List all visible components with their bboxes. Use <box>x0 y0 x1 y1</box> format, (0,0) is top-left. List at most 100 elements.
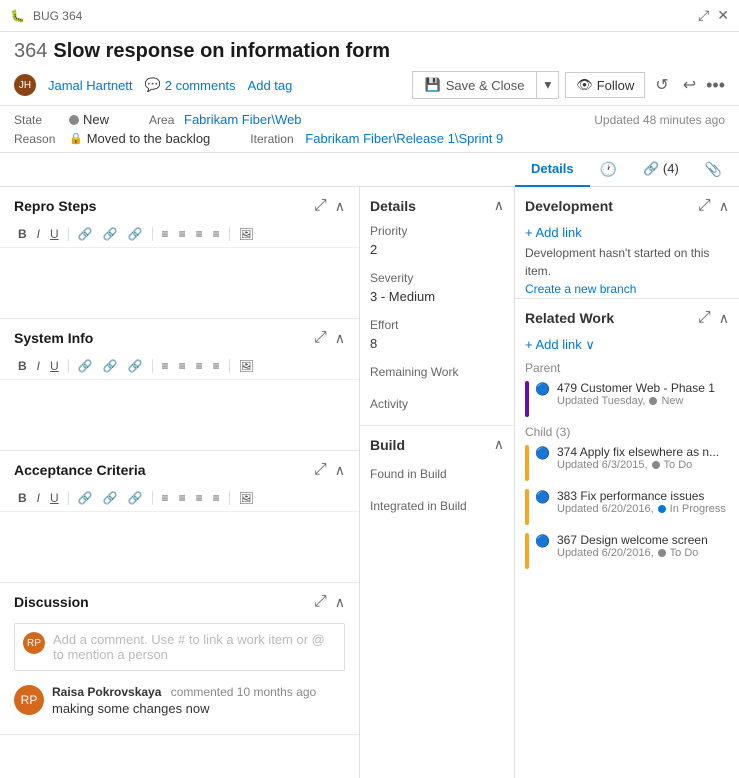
details-collapse-btn[interactable]: ∧ <box>494 197 504 214</box>
refresh-button[interactable]: ↺ <box>651 73 672 97</box>
effort-value[interactable]: 8 <box>370 334 504 353</box>
follow-button[interactable]: 👁 Follow <box>565 72 645 98</box>
state-value-group[interactable]: New <box>69 112 109 127</box>
expand-icon[interactable]: ⤢ <box>698 7 709 24</box>
list-btn1[interactable]: ≡ <box>158 225 173 243</box>
details-title: Details <box>370 198 416 214</box>
ac-link3[interactable]: 🔗 <box>124 489 147 507</box>
priority-value[interactable]: 2 <box>370 240 504 259</box>
comment-time: commented 10 months ago <box>171 685 316 699</box>
list-btn3[interactable]: ≡ <box>192 225 207 243</box>
dev-add-link-button[interactable]: + Add link <box>515 221 739 244</box>
parent-group-label: Parent <box>515 357 739 377</box>
si-list2[interactable]: ≡ <box>175 357 190 375</box>
si-bold-btn[interactable]: B <box>14 357 31 375</box>
more-options-button[interactable]: ••• <box>706 75 725 96</box>
comment-placeholder[interactable]: Add a comment. Use # to link a work item… <box>53 632 336 662</box>
parent-item[interactable]: 🔵 479 Customer Web - Phase 1 Updated Tue… <box>515 377 739 421</box>
build-collapse-btn[interactable]: ∧ <box>494 436 504 453</box>
child-item-2[interactable]: 🔵 367 Design welcome screen Updated 6/20… <box>515 529 739 573</box>
link-btn3[interactable]: 🔗 <box>124 225 147 243</box>
parent-item-meta: Updated Tuesday, New <box>557 395 729 407</box>
tab-history[interactable]: 🕐 <box>590 153 627 186</box>
activity-value[interactable] <box>370 413 504 417</box>
si-link3[interactable]: 🔗 <box>124 357 147 375</box>
comments-link[interactable]: 💬 2 comments <box>145 77 236 93</box>
ac-toolbar: B I U 🔗 🔗 🔗 ≡ ≡ ≡ ≡ 🖼 <box>0 485 359 512</box>
link-btn2[interactable]: 🔗 <box>99 225 122 243</box>
integrated-in-build-value[interactable] <box>370 515 504 519</box>
tab-attachments[interactable]: 📎 <box>695 153 732 186</box>
si-italic-btn[interactable]: I <box>33 357 44 375</box>
related-expand-btn[interactable]: ⤢ <box>696 309 713 327</box>
child-item-0[interactable]: 🔵 374 Apply fix elsewhere as n... Update… <box>515 441 739 485</box>
si-underline-btn[interactable]: U <box>46 357 63 375</box>
discussion-expand-btn[interactable]: ⤢ <box>312 593 329 611</box>
ac-link2[interactable]: 🔗 <box>99 489 122 507</box>
ac-collapse-btn[interactable]: ∧ <box>335 462 345 479</box>
link-btn1[interactable]: 🔗 <box>74 225 97 243</box>
system-info-toolbar: B I U 🔗 🔗 🔗 ≡ ≡ ≡ ≡ 🖼 <box>0 353 359 380</box>
si-link2[interactable]: 🔗 <box>99 357 122 375</box>
ac-underline-btn[interactable]: U <box>46 489 63 507</box>
ac-bold-btn[interactable]: B <box>14 489 31 507</box>
image-btn[interactable]: 🖼 <box>235 225 258 243</box>
dev-collapse-btn[interactable]: ∧ <box>719 197 729 215</box>
related-collapse-btn[interactable]: ∧ <box>719 309 729 327</box>
create-branch-link[interactable]: Create a new branch <box>515 280 739 298</box>
follow-icon: 👁 <box>576 77 593 93</box>
remaining-work-value[interactable] <box>370 381 504 385</box>
discussion-collapse-btn[interactable]: ∧ <box>335 594 345 611</box>
related-work-header: Related Work ⤢ ∧ <box>515 299 739 333</box>
save-dropdown-button[interactable]: ▾ <box>536 72 558 98</box>
repro-steps-expand-btn[interactable]: ⤢ <box>312 197 329 215</box>
ac-image[interactable]: 🖼 <box>235 489 258 507</box>
bold-btn[interactable]: B <box>14 225 31 243</box>
tab-details[interactable]: Details <box>515 153 590 187</box>
ac-list2[interactable]: ≡ <box>175 489 190 507</box>
child2-status-dot <box>658 549 666 557</box>
ac-italic-btn[interactable]: I <box>33 489 44 507</box>
author-name-link[interactable]: Jamal Hartnett <box>48 78 133 93</box>
save-close-button[interactable]: 💾 Save & Close <box>413 72 537 98</box>
si-link1[interactable]: 🔗 <box>74 357 97 375</box>
italic-btn[interactable]: I <box>33 225 44 243</box>
list-btn2[interactable]: ≡ <box>175 225 190 243</box>
system-info-collapse-btn[interactable]: ∧ <box>335 330 345 347</box>
add-tag-button[interactable]: Add tag <box>248 78 293 93</box>
ac-list1[interactable]: ≡ <box>158 489 173 507</box>
system-info-expand-btn[interactable]: ⤢ <box>312 329 329 347</box>
dev-expand-btn[interactable]: ⤢ <box>696 197 713 215</box>
repro-steps-title: Repro Steps <box>14 198 96 214</box>
iteration-value[interactable]: Fabrikam Fiber\Release 1\Sprint 9 <box>305 131 503 146</box>
close-icon[interactable]: ✕ <box>717 7 729 24</box>
comment-author: Raisa Pokrovskaya <box>52 685 161 699</box>
list-btn4[interactable]: ≡ <box>209 225 224 243</box>
tab-links[interactable]: 🔗 (4) <box>627 153 695 187</box>
reason-label: Reason <box>14 132 69 146</box>
repro-steps-collapse-btn[interactable]: ∧ <box>335 198 345 215</box>
underline-btn[interactable]: U <box>46 225 63 243</box>
undo-button[interactable]: ↩ <box>679 73 700 97</box>
si-image[interactable]: 🖼 <box>235 357 258 375</box>
details-header: Details ∧ <box>360 187 514 220</box>
ac-list4[interactable]: ≡ <box>209 489 224 507</box>
repro-steps-content[interactable] <box>0 248 359 318</box>
reason-value-group: 🔒 Moved to the backlog <box>69 131 210 146</box>
priority-field: Priority 2 <box>360 220 514 267</box>
acceptance-criteria-header: Acceptance Criteria ⤢ ∧ <box>0 451 359 485</box>
severity-value[interactable]: 3 - Medium <box>370 287 504 306</box>
bug-icon: 🐛 <box>10 9 25 23</box>
ac-link1[interactable]: 🔗 <box>74 489 97 507</box>
related-add-link-button[interactable]: + Add link ∨ <box>515 333 739 357</box>
si-list3[interactable]: ≡ <box>192 357 207 375</box>
ac-list3[interactable]: ≡ <box>192 489 207 507</box>
ac-expand-btn[interactable]: ⤢ <box>312 461 329 479</box>
system-info-content[interactable] <box>0 380 359 450</box>
area-value[interactable]: Fabrikam Fiber\Web <box>184 112 302 127</box>
child-item-1[interactable]: 🔵 383 Fix performance issues Updated 6/2… <box>515 485 739 529</box>
si-list4[interactable]: ≡ <box>209 357 224 375</box>
si-list1[interactable]: ≡ <box>158 357 173 375</box>
found-in-build-value[interactable] <box>370 483 504 487</box>
ac-content[interactable] <box>0 512 359 582</box>
